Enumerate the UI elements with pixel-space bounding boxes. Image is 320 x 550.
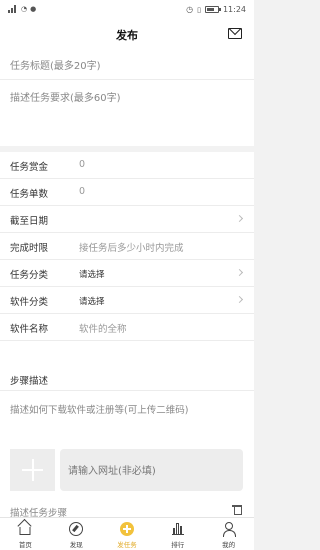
time-limit-input[interactable]: 接任务后多少小时内完成 — [79, 240, 184, 254]
software-name-input[interactable]: 软件的全称 — [79, 321, 127, 335]
alarm-icon: ◷ — [186, 5, 194, 14]
task-form: 任务赏金 0 任务单数 0 截至日期 完成时限 接任务后多少小时内完成 任务分类… — [0, 152, 254, 367]
steps-section: 步骤描述 描述如何下载软件或注册等(可上传二维码) 请输入网址(非必填) 描述任… — [0, 367, 254, 519]
steps-header: 步骤描述 — [0, 367, 254, 391]
row-label: 软件分类 — [10, 297, 49, 308]
upload-image-button[interactable] — [10, 449, 55, 491]
status-bar: ◔ ● ◷ ▯ 11:24 — [0, 0, 254, 20]
plus-icon — [119, 522, 134, 536]
nav-bar: 发布 — [0, 20, 254, 48]
task-category-select[interactable]: 请选择 — [79, 268, 105, 280]
tab-label: 我的 — [222, 541, 236, 549]
task-title-placeholder: 任务标题(最多20字) — [10, 61, 101, 72]
task-title-input[interactable]: 任务标题(最多20字) — [0, 48, 254, 80]
tab-bar: 首页 发现 发任务 排行 我的 — [0, 517, 254, 550]
row-label: 完成时限 — [10, 243, 49, 254]
tab-mine[interactable]: 我的 — [203, 518, 254, 550]
steps-title: 步骤描述 — [10, 376, 49, 387]
software-category-select[interactable]: 请选择 — [79, 295, 105, 307]
steps-desc-input[interactable]: 描述如何下载软件或注册等(可上传二维码) — [10, 402, 188, 416]
battery-icon — [204, 6, 221, 13]
tab-label: 首页 — [18, 541, 32, 549]
wifi-icon: ◔ — [21, 5, 28, 13]
row-label: 任务单数 — [10, 189, 49, 200]
chevron-right-icon — [235, 295, 244, 304]
vibrate-icon: ▯ — [197, 5, 201, 14]
tab-rank[interactable]: 排行 — [152, 518, 203, 550]
task-category-row[interactable]: 任务分类 请选择 — [0, 260, 254, 287]
reward-input[interactable]: 0 — [79, 159, 85, 170]
url-placeholder: 请输入网址(非必填) — [68, 466, 156, 477]
software-category-row[interactable]: 软件分类 请选择 — [0, 287, 254, 314]
task-desc-input[interactable]: 描述任务要求(最多60字) — [0, 80, 254, 146]
chevron-right-icon — [235, 268, 244, 277]
quantity-row[interactable]: 任务单数 0 — [0, 179, 254, 206]
status-indicators: ◔ ● — [8, 5, 36, 13]
user-icon — [222, 522, 236, 537]
deadline-row[interactable]: 截至日期 — [0, 206, 254, 233]
quantity-input[interactable]: 0 — [79, 186, 85, 197]
message-icon: ● — [30, 5, 37, 13]
compass-icon — [69, 522, 84, 536]
row-label: 软件名称 — [10, 324, 49, 335]
row-label: 任务赏金 — [10, 162, 49, 173]
page-title: 发布 — [116, 29, 138, 42]
status-time: 11:24 — [222, 5, 246, 14]
tab-label: 发任务 — [117, 541, 137, 549]
row-label: 任务分类 — [10, 270, 49, 281]
rank-icon — [171, 522, 185, 536]
tab-label: 排行 — [171, 541, 185, 549]
tab-home[interactable]: 首页 — [0, 518, 51, 550]
time-limit-row[interactable]: 完成时限 接任务后多少小时内完成 — [0, 233, 254, 260]
url-input[interactable]: 请输入网址(非必填) — [60, 449, 243, 491]
software-name-row[interactable]: 软件名称 软件的全称 — [0, 314, 254, 341]
reward-row[interactable]: 任务赏金 0 — [0, 152, 254, 179]
trash-icon[interactable] — [232, 504, 242, 515]
tab-discover[interactable]: 发现 — [51, 518, 102, 550]
tab-publish[interactable]: 发任务 — [102, 518, 153, 550]
status-system: ◷ ▯ 11:24 — [186, 5, 246, 14]
home-icon — [19, 527, 31, 535]
mail-icon[interactable] — [228, 28, 242, 39]
signal-icon — [8, 5, 18, 13]
chevron-right-icon — [235, 214, 244, 223]
task-desc-placeholder: 描述任务要求(最多60字) — [10, 93, 121, 104]
tab-label: 发现 — [69, 541, 83, 549]
row-label: 截至日期 — [10, 216, 49, 227]
